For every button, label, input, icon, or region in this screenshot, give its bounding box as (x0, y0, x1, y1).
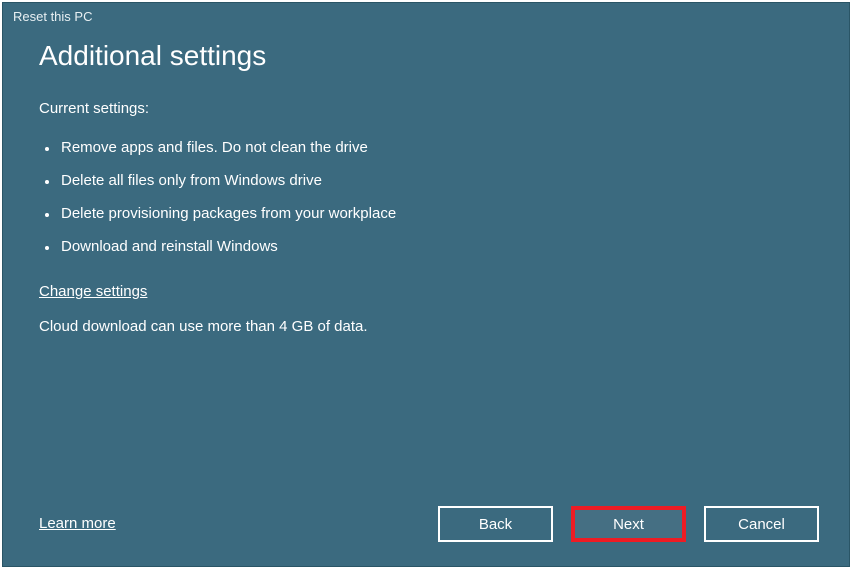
content-area: Additional settings Current settings: Re… (3, 30, 849, 566)
page-title: Additional settings (39, 40, 813, 72)
setting-item: Remove apps and files. Do not clean the … (39, 133, 813, 166)
cloud-download-notice: Cloud download can use more than 4 GB of… (39, 318, 813, 335)
footer: Learn more Back Next Cancel (39, 506, 819, 542)
button-row: Back Next Cancel (438, 506, 819, 542)
setting-item: Delete all files only from Windows drive (39, 166, 813, 199)
back-button[interactable]: Back (438, 506, 553, 542)
current-settings-label: Current settings: (39, 100, 813, 117)
next-button[interactable]: Next (571, 506, 686, 542)
cancel-button[interactable]: Cancel (704, 506, 819, 542)
reset-pc-window: Reset this PC Additional settings Curren… (2, 2, 850, 567)
change-settings-link[interactable]: Change settings (39, 283, 147, 300)
setting-item: Download and reinstall Windows (39, 232, 813, 265)
window-title: Reset this PC (3, 3, 849, 30)
learn-more-link[interactable]: Learn more (39, 515, 116, 532)
settings-list: Remove apps and files. Do not clean the … (39, 133, 813, 265)
setting-item: Delete provisioning packages from your w… (39, 199, 813, 232)
